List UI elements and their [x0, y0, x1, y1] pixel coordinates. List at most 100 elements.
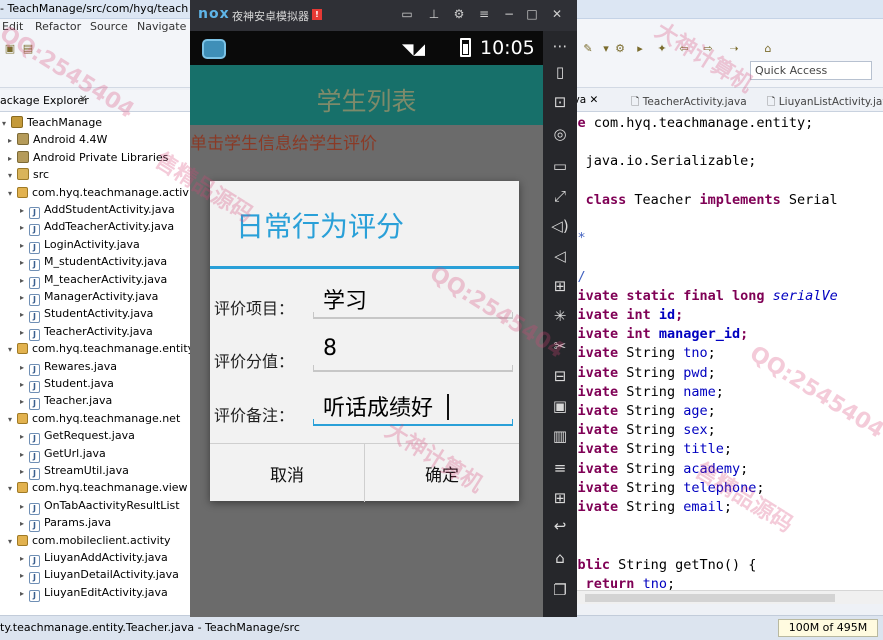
expanded-chevron-icon[interactable]: ▾ [2, 115, 11, 132]
maximize-icon[interactable]: □ [525, 7, 539, 21]
menu-navigate[interactable]: Navigate [137, 20, 186, 33]
heap-status[interactable]: 100M of 495M [778, 619, 878, 637]
collapsed-chevron-icon[interactable]: ▸ [20, 393, 29, 410]
gamepad-icon[interactable]: ⊟ [549, 365, 571, 387]
collapsed-chevron-icon[interactable]: ▸ [20, 498, 29, 515]
quick-access-input[interactable]: Quick Access [750, 61, 872, 80]
expanded-chevron-icon[interactable]: ▾ [8, 167, 17, 184]
tree-item[interactable]: ▸ J StreamUtil.java [20, 462, 129, 480]
cancel-button[interactable]: 取消 [210, 444, 364, 502]
close-icon[interactable]: ✕ [79, 94, 87, 105]
menu-icon[interactable]: ≡ [477, 7, 491, 21]
tree-item[interactable]: ▸ J StudentActivity.java [20, 305, 153, 324]
tree-item[interactable]: ▸ J LiuyanEditActivity.java [20, 584, 168, 602]
tree-item[interactable]: ▾ TeachManage [2, 114, 102, 131]
minimize-icon[interactable]: − [502, 7, 516, 21]
back-icon[interactable]: ↩ [549, 515, 571, 537]
rating-remark-input[interactable]: 听话成绩好 [313, 386, 513, 426]
tree-item[interactable]: ▸ J M_studentActivity.java [20, 253, 167, 272]
menu-lines-icon[interactable]: ≡ [549, 457, 571, 479]
collapsed-chevron-icon[interactable]: ▸ [20, 202, 29, 219]
tab-liuyan-list-activity[interactable]: 🗋 LiuyanListActivity.java [767, 94, 883, 112]
tree-item[interactable]: ▸ J GetUrl.java [20, 445, 106, 463]
tree-item[interactable]: ▸ J TeacherActivity.java [20, 323, 153, 341]
collapsed-chevron-icon[interactable]: ▸ [20, 567, 29, 584]
forward-icon[interactable]: ⇨ [700, 42, 716, 56]
pin-icon[interactable]: ⊥ [427, 7, 441, 21]
camera-icon[interactable]: ▣ [549, 395, 571, 417]
tree-item[interactable]: ▸ J Teacher.java [20, 392, 112, 411]
loading-icon[interactable]: ✳ [549, 305, 571, 327]
collapsed-chevron-icon[interactable]: ▸ [20, 306, 29, 323]
close-icon[interactable]: ✕ [590, 94, 599, 106]
expanded-chevron-icon[interactable]: ▾ [8, 480, 17, 497]
collapsed-chevron-icon[interactable]: ▸ [8, 150, 17, 167]
tree-item[interactable]: ▸ J Student.java [20, 375, 114, 393]
tree-item[interactable]: ▸ J Params.java [20, 514, 111, 533]
tree-item[interactable]: ▸ J M_teacherActivity.java [20, 271, 167, 289]
save-icon[interactable]: ▣ [2, 42, 18, 56]
tree-item[interactable]: ▸ Android 4.4W [8, 131, 107, 148]
collapsed-chevron-icon[interactable]: ▸ [20, 428, 29, 445]
tree-item[interactable]: ▸ J LiuyanDetailActivity.java [20, 566, 179, 585]
save-all-icon[interactable]: ▤ [20, 42, 36, 56]
collapsed-chevron-icon[interactable]: ▸ [8, 132, 17, 149]
collapsed-chevron-icon[interactable]: ▸ [20, 446, 29, 463]
collapsed-chevron-icon[interactable]: ▸ [20, 324, 29, 341]
collapsed-chevron-icon[interactable]: ▸ [20, 219, 29, 236]
collapsed-chevron-icon[interactable]: ▸ [20, 272, 29, 289]
back-icon[interactable]: ⇦ [676, 42, 692, 56]
expanded-chevron-icon[interactable]: ▾ [8, 533, 17, 550]
next-icon[interactable]: ➝ [726, 42, 742, 56]
tree-item[interactable]: ▸ J OnTabAactivityResultList [20, 497, 180, 515]
collapsed-chevron-icon[interactable]: ▸ [20, 550, 29, 567]
recent-apps-icon[interactable]: ❐ [549, 579, 571, 601]
tree-item[interactable]: ▾ com.hyq.teachmanage.entity [8, 340, 194, 357]
tree-item[interactable]: ▸ J ManagerActivity.java [20, 288, 158, 306]
debug-icon[interactable]: ⚙ [612, 42, 628, 56]
confirm-button[interactable]: 确定 [365, 444, 519, 502]
expanded-chevron-icon[interactable]: ▾ [8, 185, 17, 202]
tree-item[interactable]: ▾ src [8, 166, 49, 183]
tree-item[interactable]: ▸ J Rewares.java [20, 358, 117, 376]
screen-icon[interactable]: ▭ [549, 155, 571, 177]
tree-item[interactable]: ▸ J AddStudentActivity.java [20, 201, 175, 219]
volume-up-icon[interactable]: ◁) [549, 215, 571, 237]
robot-icon[interactable]: ⊡ [549, 91, 571, 113]
window-icon[interactable]: ▭ [400, 7, 414, 21]
rating-score-input[interactable]: 8 [313, 332, 513, 372]
expanded-chevron-icon[interactable]: ▾ [8, 411, 17, 428]
install-icon[interactable]: ⊞ [549, 275, 571, 297]
location-icon[interactable]: ◎ [549, 123, 571, 145]
tab-teacher-activity[interactable]: 🗋 TeacherActivity.java [631, 94, 747, 112]
code-editor[interactable]: er.java ✕ 🗋 TeacherActivity.java 🗋 Liuya… [545, 90, 883, 592]
rating-item-input[interactable]: 学习 [313, 279, 513, 319]
menu-source[interactable]: Source [90, 20, 128, 33]
collapsed-chevron-icon[interactable]: ▸ [20, 237, 29, 254]
collapsed-chevron-icon[interactable]: ▸ [20, 359, 29, 376]
scissors-icon[interactable]: ✂ [549, 335, 571, 357]
collapsed-chevron-icon[interactable]: ▸ [20, 463, 29, 480]
package-explorer-tab[interactable]: ackage Explorer ✕ [0, 90, 193, 112]
tree-item[interactable]: ▸ J AddTeacherActivity.java [20, 218, 174, 237]
rotate-icon[interactable]: ▯ [549, 61, 571, 83]
warning-icon[interactable]: ! [312, 9, 322, 20]
tree-item[interactable]: ▸ J GetRequest.java [20, 427, 135, 446]
editor-horizontal-scrollbar[interactable] [545, 590, 883, 604]
run-icon[interactable]: ▸ [632, 42, 648, 56]
collapsed-chevron-icon[interactable]: ▸ [20, 289, 29, 306]
collapsed-chevron-icon[interactable]: ▸ [20, 585, 29, 602]
more-icon[interactable]: ⋯ [549, 35, 571, 57]
annotation-icon[interactable]: ✦ [654, 42, 670, 56]
settings-icon[interactable]: ⚙ [452, 7, 466, 21]
menu-edit[interactable]: Edit [2, 20, 23, 33]
collapsed-chevron-icon[interactable]: ▸ [20, 376, 29, 393]
tree-item[interactable]: ▸ J LoginActivity.java [20, 236, 140, 254]
close-icon[interactable]: ✕ [550, 7, 564, 21]
collapsed-chevron-icon[interactable]: ▸ [20, 515, 29, 532]
scrollbar-thumb[interactable] [585, 594, 835, 602]
screenshot-icon[interactable]: ⊞ [549, 487, 571, 509]
pin-icon[interactable]: ⌂ [760, 42, 776, 56]
menu-refactor[interactable]: Refactor [35, 20, 81, 33]
fullscreen-icon[interactable]: ⤢ [549, 185, 571, 207]
